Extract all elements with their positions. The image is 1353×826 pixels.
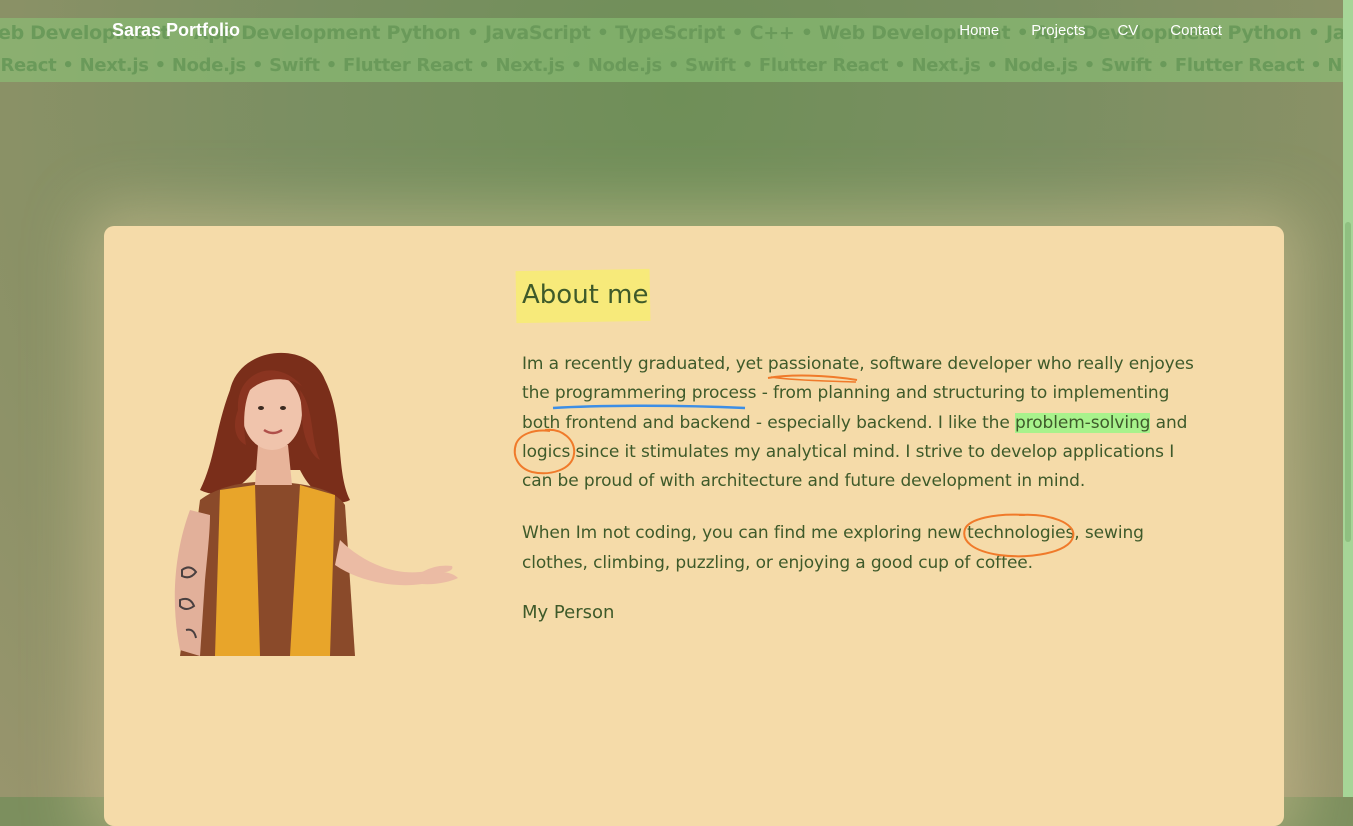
p1-text-5: since it stimulates my analytical mind. … (522, 441, 1175, 492)
nav-projects-link[interactable]: Projects (1031, 22, 1085, 39)
navbar: Saras Portfolio Home Projects CV Contact (0, 0, 1343, 64)
process-mark: programmering process (552, 379, 757, 410)
about-content: About me Im a recently graduated, yet pa… (513, 268, 1202, 624)
about-paragraph-2: When Im not coding, you can find me expl… (522, 514, 1202, 578)
scrollbar-track[interactable] (1343, 0, 1353, 797)
nav-contact-link[interactable]: Contact (1170, 22, 1222, 39)
about-paragraph-1: Im a recently graduated, yet passionate,… (513, 350, 1202, 496)
scrollbar-thumb[interactable] (1345, 222, 1351, 542)
heading-wrap: About me (515, 268, 651, 324)
about-card: About me Im a recently graduated, yet pa… (104, 226, 1284, 826)
problem-solving-highlight: problem-solving (1015, 412, 1151, 433)
nav-cv-link[interactable]: CV (1117, 22, 1138, 39)
profile-photo (174, 352, 458, 656)
passionate-text: passionate (767, 354, 860, 374)
nav-home-link[interactable]: Home (959, 22, 999, 39)
logics-mark: logics (513, 428, 576, 475)
nav-links: Home Projects CV Contact (927, 22, 1222, 39)
signature: My Person (522, 602, 615, 624)
technologies-text: technologies, (967, 523, 1080, 544)
process-text: programmering process (554, 383, 757, 404)
p1-text-1: Im a recently graduated, yet (522, 354, 768, 374)
p1-text-4: and (1150, 412, 1188, 433)
about-heading: About me (522, 280, 649, 310)
technologies-mark: technologies, (963, 514, 1080, 558)
logics-text: logics (522, 441, 571, 462)
p2-text-1: When Im not coding, you can find me expl… (522, 523, 968, 544)
passionate-mark: passionate (767, 350, 860, 383)
site-brand[interactable]: Saras Portfolio (112, 20, 240, 41)
